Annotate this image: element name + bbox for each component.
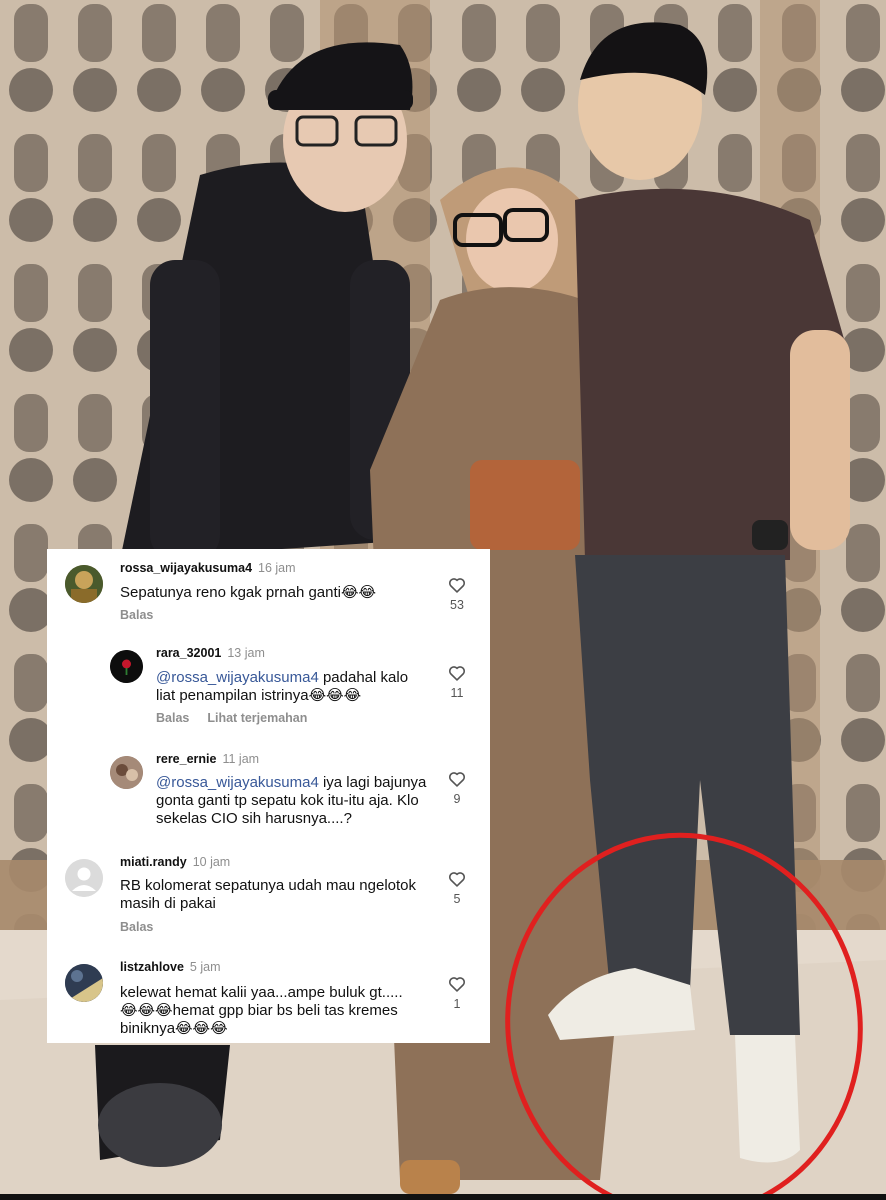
like-control[interactable]: 5 <box>447 871 467 906</box>
reply-button[interactable]: Balas <box>120 608 153 622</box>
comment-time: 13 jam <box>227 646 265 660</box>
reply-button[interactable]: Balas <box>120 920 153 934</box>
like-count: 1 <box>453 997 461 1011</box>
heart-icon[interactable] <box>448 771 466 787</box>
username-text[interactable]: listzahlove <box>120 960 184 974</box>
comment-time: 10 jam <box>192 855 231 869</box>
comment-time: 11 jam <box>222 752 260 766</box>
default-avatar-icon <box>65 859 103 897</box>
avatar-image-icon <box>65 964 103 1002</box>
comment-username[interactable]: listzahlove 5 jam <box>120 960 221 974</box>
mention-link[interactable]: @rossa_wijayakusuma4 <box>156 669 319 686</box>
like-control[interactable]: 53 <box>447 577 467 612</box>
comment-time: 16 jam <box>258 561 296 575</box>
username-text[interactable]: rara_32001 <box>156 646 221 660</box>
comment-text: Sepatunya reno kgak prnah ganti😂😂 <box>120 584 377 601</box>
like-control[interactable]: 9 <box>447 771 467 806</box>
heart-icon[interactable] <box>448 665 466 681</box>
comment-username[interactable]: rere_ernie 11 jam <box>156 752 259 766</box>
user-avatar[interactable] <box>65 565 103 603</box>
like-control[interactable]: 11 <box>447 665 467 700</box>
user-avatar[interactable] <box>110 756 143 789</box>
mention-link[interactable]: @rossa_wijayakusuma4 <box>156 774 319 791</box>
like-control[interactable]: 1 <box>447 976 467 1011</box>
user-avatar[interactable] <box>65 859 103 897</box>
translate-button[interactable]: Lihat terjemahan <box>207 711 307 725</box>
username-text[interactable]: miati.randy <box>120 855 187 869</box>
comment-actions: Balas <box>120 920 153 934</box>
comment-actions: Balas Lihat terjemahan <box>156 711 307 725</box>
comments-panel: rossa_wijayakusuma4 16 jam Sepatunya reno… <box>47 549 490 1043</box>
comment-time: 5 jam <box>189 960 221 974</box>
comment-actions: Balas <box>120 608 153 622</box>
comment-text: RB kolomerat sepatunya udah mau ngelotok… <box>120 877 417 912</box>
heart-icon[interactable] <box>448 577 466 593</box>
comment-text: @rossa_wijayakusuma4 padahal kalo liat p… <box>156 669 431 705</box>
comment-username[interactable]: rara_32001 13 jam <box>156 646 265 660</box>
user-avatar[interactable] <box>65 964 103 1002</box>
username-text[interactable]: rere_ernie <box>156 752 216 766</box>
reply-button[interactable]: Balas <box>156 711 189 725</box>
user-avatar[interactable] <box>110 650 143 683</box>
heart-icon[interactable] <box>448 976 466 992</box>
like-count: 11 <box>450 686 464 700</box>
comment-username[interactable]: rossa_wijayakusuma4 16 jam <box>120 561 296 575</box>
like-count: 9 <box>453 792 461 806</box>
comment-username[interactable]: miati.randy 10 jam <box>120 855 230 869</box>
like-count: 53 <box>450 598 464 612</box>
like-count: 5 <box>453 892 461 906</box>
avatar-image-icon <box>110 756 143 789</box>
rose-icon <box>110 650 143 683</box>
username-text[interactable]: rossa_wijayakusuma4 <box>120 561 252 575</box>
heart-icon[interactable] <box>448 871 466 887</box>
comment-text: @rossa_wijayakusuma4 iya lagi bajunya go… <box>156 774 431 828</box>
bottom-bar <box>0 1194 886 1200</box>
comment-text: kelewat hemat kalii yaa...ampe buluk gt.… <box>120 984 403 1037</box>
avatar-image-icon <box>65 565 103 603</box>
